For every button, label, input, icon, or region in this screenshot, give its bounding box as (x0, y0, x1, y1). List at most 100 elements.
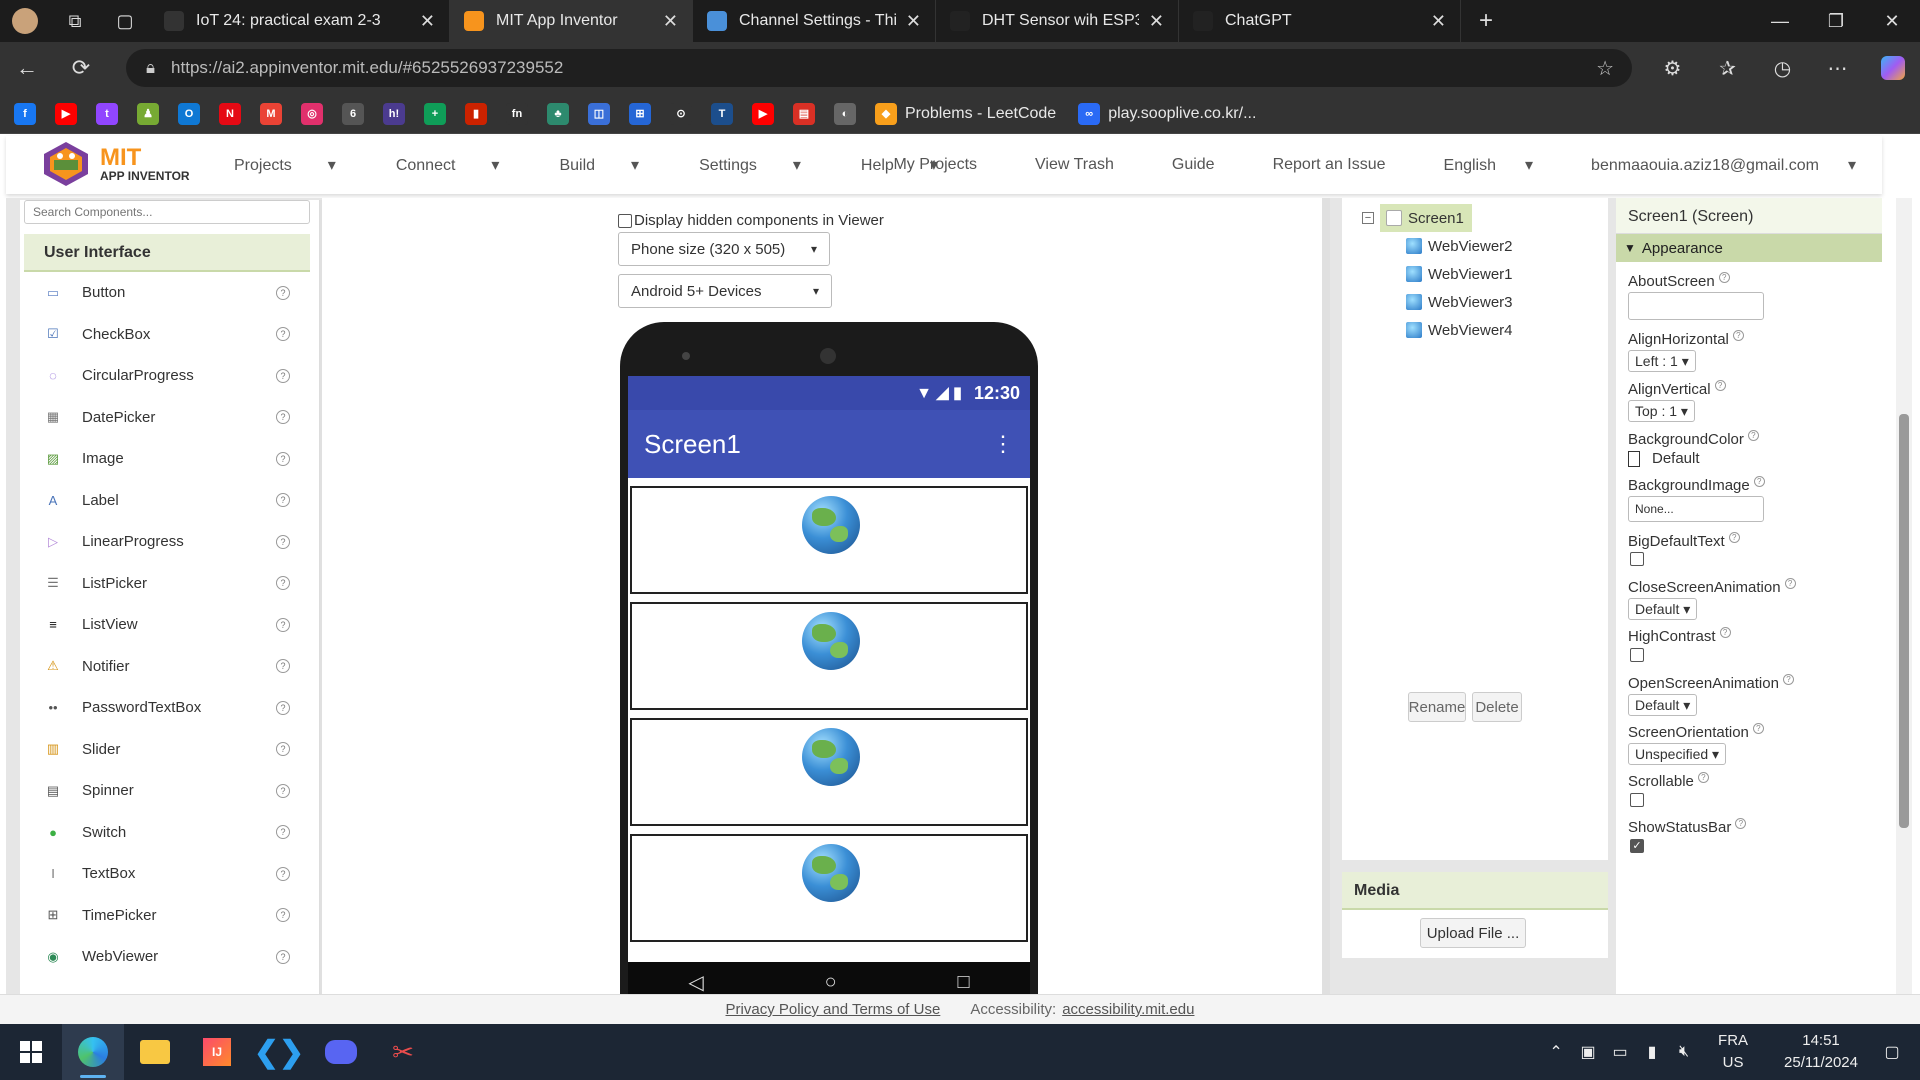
scrollable-checkbox[interactable] (1630, 793, 1644, 807)
help-icon[interactable]: ? (1747, 430, 1759, 441)
youtube-bookmark-icon[interactable]: ▶ (55, 102, 77, 125)
palette-section-user-interface[interactable]: User Interface (24, 234, 310, 272)
tree-item-screen1[interactable]: Screen1 (1380, 204, 1472, 232)
delete-button[interactable]: Delete (1472, 692, 1522, 722)
help-icon[interactable]: ? (1697, 772, 1709, 783)
header-link-2[interactable]: Guide (1143, 156, 1215, 174)
bookmark-15-icon[interactable]: ◫ (588, 102, 610, 125)
language-indicator[interactable]: FRA US (1718, 1030, 1748, 1074)
menu-build[interactable]: Build ▾ (559, 155, 669, 175)
hashnode-bookmark-icon[interactable]: h! (383, 102, 405, 125)
align-vertical-select[interactable]: Top : 1 ▾ (1628, 400, 1695, 422)
close-tab-icon[interactable]: ✕ (420, 11, 435, 32)
palette-item-circularprogress[interactable]: ◌ CircularProgress? (24, 355, 310, 397)
help-icon[interactable]: ? (1735, 818, 1747, 829)
profile-avatar-icon[interactable] (0, 0, 50, 42)
palette-item-image[interactable]: ▨ Image? (24, 438, 310, 480)
header-link-0[interactable]: My Projects (864, 156, 977, 174)
help-icon[interactable]: ? (276, 825, 290, 840)
upload-file-button[interactable]: Upload File ... (1420, 918, 1526, 948)
close-tab-icon[interactable]: ✕ (1431, 11, 1446, 32)
sheets-bookmark-icon[interactable]: + (424, 102, 446, 125)
favorite-star-icon[interactable]: ☆ (1596, 56, 1614, 81)
palette-item-listview[interactable]: ≡ ListView? (24, 604, 310, 646)
header-link-5[interactable]: benmaaouia.aziz18@gmail.com ▾ (1562, 155, 1856, 175)
palette-item-passwordtextbox[interactable]: •• PasswordTextBox? (24, 687, 310, 729)
help-icon[interactable]: ? (276, 783, 290, 798)
new-tab-button[interactable]: + (1461, 0, 1511, 42)
menu-projects[interactable]: Projects ▾ (234, 155, 366, 175)
outlook-bookmark-icon[interactable]: O (178, 102, 200, 125)
privacy-policy-link[interactable]: Privacy Policy and Terms of Use (726, 1001, 941, 1018)
open-animation-select[interactable]: Default ▾ (1628, 694, 1698, 716)
help-icon[interactable]: ? (1728, 532, 1740, 543)
browser-tab[interactable]: Channel Settings - ThingSpeak Io ✕ (693, 0, 936, 42)
palette-item-slider[interactable]: ▥ Slider? (24, 729, 310, 771)
discord-taskbar-icon[interactable] (310, 1024, 372, 1080)
bookmark-14-icon[interactable]: ♣ (547, 102, 569, 125)
screen-orientation-select[interactable]: Unspecified ▾ (1628, 743, 1727, 765)
vertical-tabs-icon[interactable]: ▢ (100, 0, 150, 42)
accessibility-link[interactable]: accessibility.mit.edu (1062, 1001, 1194, 1018)
help-icon[interactable]: ? (1719, 627, 1731, 638)
help-icon[interactable]: ? (276, 949, 290, 964)
webviewer-placeholder[interactable] (630, 486, 1028, 594)
favorites-icon[interactable]: ✰ (1700, 42, 1755, 94)
palette-item-listpicker[interactable]: ☰ ListPicker? (24, 563, 310, 605)
netflix-bookmark-icon[interactable]: N (219, 102, 241, 125)
tree-item-webviewer1[interactable]: WebViewer1 (1406, 260, 1513, 288)
volume-muted-icon[interactable]: 🔇︎ (1668, 1043, 1700, 1061)
snipping-tool-taskbar-icon[interactable]: ✂ (372, 1024, 434, 1080)
pdf-bookmark-icon[interactable]: ▤ (793, 102, 815, 125)
browser-tab[interactable]: ChatGPT ✕ (1179, 0, 1461, 42)
restore-window-button[interactable]: ❐ (1808, 0, 1864, 42)
help-icon[interactable]: ? (276, 908, 290, 923)
help-icon[interactable]: ? (276, 742, 290, 757)
tree-item-webviewer4[interactable]: WebViewer4 (1406, 316, 1513, 344)
file-explorer-taskbar-icon[interactable] (124, 1024, 186, 1080)
instagram-bookmark-icon[interactable]: ◎ (301, 102, 323, 125)
background-image-picker[interactable]: None... (1628, 496, 1764, 522)
reload-button[interactable]: ⟳ (54, 42, 108, 94)
background-color-picker[interactable]: Default (1628, 450, 1700, 467)
webviewer-placeholder[interactable] (630, 718, 1028, 826)
help-icon[interactable]: ? (276, 659, 290, 674)
browser-tab[interactable]: IoT 24: practical exam 2-3 ✕ (150, 0, 450, 42)
start-button[interactable] (0, 1024, 62, 1080)
palette-item-label[interactable]: A Label? (24, 480, 310, 522)
edge-taskbar-icon[interactable] (62, 1024, 124, 1080)
help-icon[interactable]: ? (1714, 380, 1726, 391)
properties-section-appearance[interactable]: ▼ Appearance (1616, 234, 1882, 262)
copilot-icon[interactable] (1865, 42, 1920, 94)
history-icon[interactable]: ◷ (1755, 42, 1810, 94)
app-inventor-logo[interactable]: MIT APP INVENTOR (40, 138, 200, 190)
palette-item-button[interactable]: ▭ Button? (24, 272, 310, 314)
header-link-1[interactable]: View Trash (1006, 156, 1114, 174)
close-window-button[interactable]: ✕ (1864, 0, 1920, 42)
twitch-bookmark-icon[interactable]: t (96, 102, 118, 125)
phone-size-select[interactable]: Phone size (320 x 505) ▾ (618, 232, 830, 266)
high-contrast-checkbox[interactable] (1630, 648, 1644, 662)
help-icon[interactable]: ? (1782, 674, 1794, 685)
display-hidden-components-checkbox[interactable]: Display hidden components in Viewer (618, 212, 884, 229)
back-button[interactable]: ← (0, 42, 54, 94)
help-icon[interactable]: ? (276, 285, 290, 300)
bookmark-9-icon[interactable]: 6 (342, 102, 364, 125)
palette-item-spinner[interactable]: ▤ Spinner? (24, 770, 310, 812)
collapse-tree-icon[interactable]: − (1362, 212, 1374, 224)
tray-app-icon[interactable]: ▣ (1572, 1042, 1604, 1062)
close-tab-icon[interactable]: ✕ (1149, 11, 1164, 32)
more-options-icon[interactable]: ⋯ (1810, 42, 1865, 94)
browser-tab[interactable]: MIT App Inventor ✕ (450, 0, 693, 42)
help-icon[interactable]: ? (1753, 476, 1765, 487)
big-default-text-checkbox[interactable] (1630, 552, 1644, 566)
tree-item-webviewer3[interactable]: WebViewer3 (1406, 288, 1513, 316)
tree-item-webviewer2[interactable]: WebViewer2 (1406, 232, 1513, 260)
close-animation-select[interactable]: Default ▾ (1628, 598, 1698, 620)
header-link-4[interactable]: English ▾ (1415, 155, 1534, 175)
help-icon[interactable]: ? (1732, 330, 1744, 341)
bookmark-link[interactable]: ◆ Problems - LeetCode (875, 102, 1056, 125)
help-icon[interactable]: ? (276, 327, 290, 342)
clock[interactable]: 14:51 25/11/2024 (1784, 1030, 1858, 1074)
close-tab-icon[interactable]: ✕ (663, 11, 678, 32)
